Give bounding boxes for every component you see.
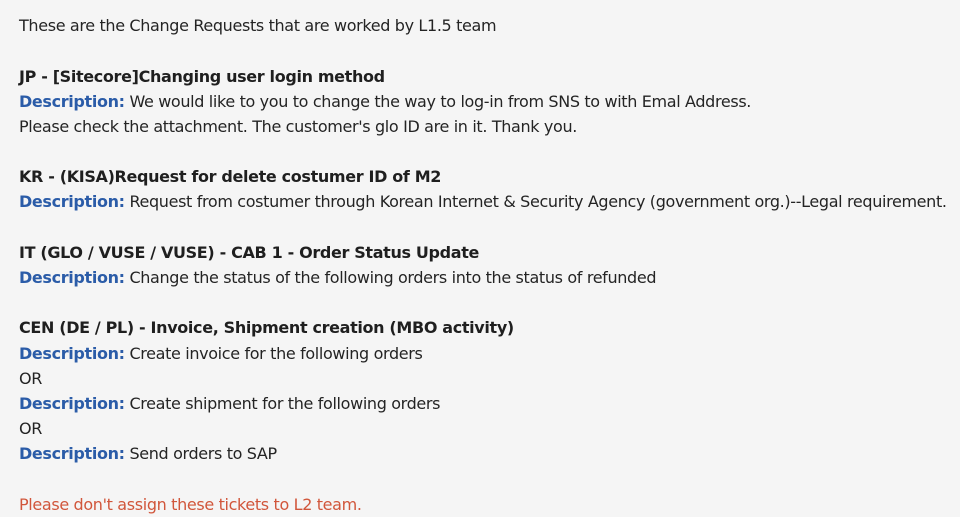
description-text: We would like to you to change the way t…: [129, 92, 752, 111]
request-description-continuation-jp: Please check the attachment. The custome…: [19, 117, 578, 136]
description-label: Description:: [19, 444, 125, 463]
request-description-cen-shipment: Description: Create shipment for the fol…: [19, 391, 441, 416]
request-description-jp: Description: We would like to you to cha…: [19, 89, 751, 114]
request-description-cen-sap: Description: Send orders to SAP: [19, 441, 277, 466]
description-label: Description:: [19, 92, 125, 111]
description-text: Create invoice for the following orders: [129, 344, 423, 363]
description-text: Send orders to SAP: [129, 444, 277, 463]
description-label: Description:: [19, 192, 125, 211]
or-separator: OR: [19, 419, 43, 438]
request-description-kr: Description: Request from costumer throu…: [19, 189, 947, 214]
or-separator: OR: [19, 369, 43, 388]
request-title-it: IT (GLO / VUSE / VUSE) - CAB 1 - Order S…: [19, 243, 479, 262]
request-title-kr: KR - (KISA)Request for delete costumer I…: [19, 167, 442, 186]
request-title-jp: JP - [Sitecore]Changing user login metho…: [19, 67, 385, 86]
description-text: Request from costumer through Korean Int…: [129, 192, 947, 211]
description-label: Description:: [19, 344, 125, 363]
description-label: Description:: [19, 394, 125, 413]
intro-text: These are the Change Requests that are w…: [19, 16, 497, 35]
request-title-cen: CEN (DE / PL) - Invoice, Shipment creati…: [19, 318, 514, 337]
message-body: These are the Change Requests that are w…: [0, 0, 960, 517]
description-text: Create shipment for the following orders: [129, 394, 441, 413]
request-description-cen-invoice: Description: Create invoice for the foll…: [19, 341, 423, 366]
description-label: Description:: [19, 268, 125, 287]
request-description-it: Description: Change the status of the fo…: [19, 265, 657, 290]
description-text: Change the status of the following order…: [129, 268, 657, 287]
warning-note: Please don't assign these tickets to L2 …: [19, 495, 362, 514]
